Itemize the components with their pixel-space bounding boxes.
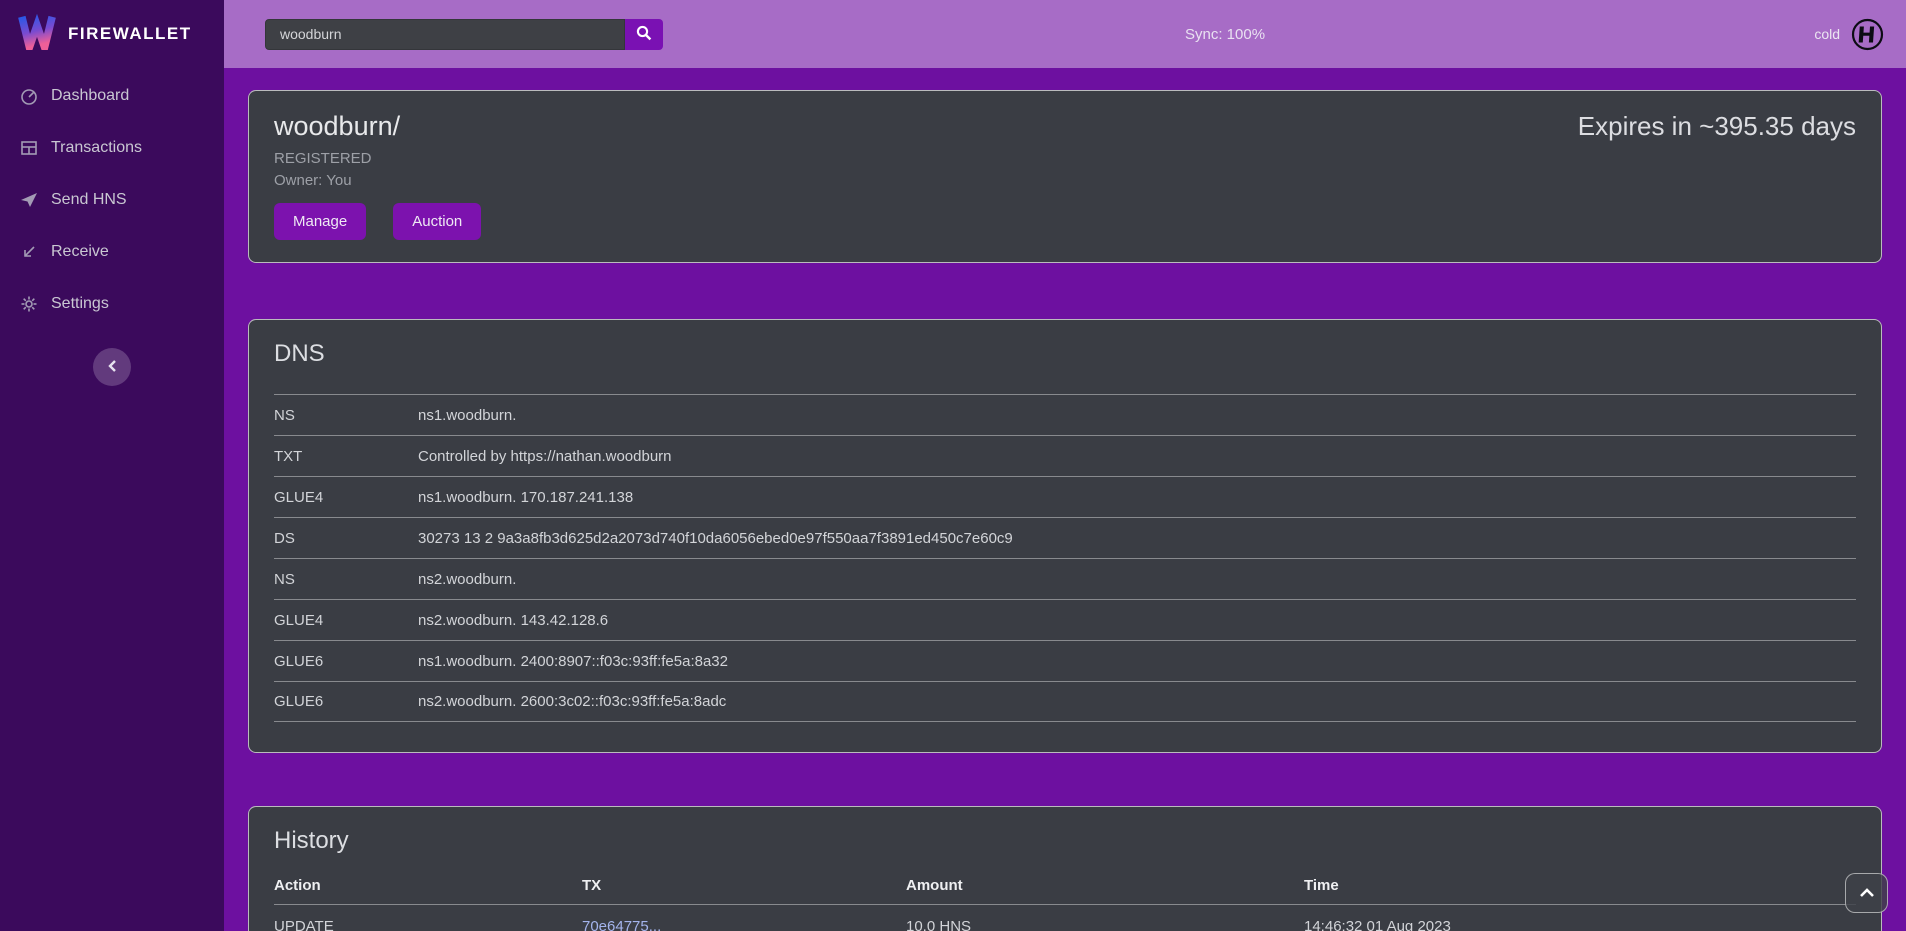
dns-record-value: ns2.woodburn. 143.42.128.6 [418,612,1856,629]
receive-arrow-icon [20,243,38,261]
sidebar-item-dashboard[interactable]: Dashboard [0,70,224,122]
sidebar-item-transactions[interactable]: Transactions [0,122,224,174]
search-button[interactable] [625,19,663,50]
sidebar: FIREWALLET Dashboard Transactions Send H… [0,0,224,931]
dns-record-value: ns2.woodburn. [418,571,1856,588]
history-title: History [274,827,1856,855]
settings-gear-icon [20,295,38,313]
tx-link[interactable]: 70e64775... [582,918,661,931]
main-content: woodburn/ Expires in ~395.35 days REGIST… [224,68,1906,931]
dns-record-value: ns2.woodburn. 2600:3c02::f03c:93ff:fe5a:… [418,693,1856,710]
chevron-up-icon [1859,886,1875,901]
sidebar-item-settings[interactable]: Settings [0,278,224,330]
dns-record-value: 30273 13 2 9a3a8fb3d625d2a2073d740f10da6… [418,530,1856,547]
dashboard-gauge-icon [20,87,38,105]
dns-record-type: DS [274,530,418,547]
history-col-time: Time [1304,877,1856,894]
history-amount: 10.0 HNS [906,918,1304,931]
firewallet-w-logo-icon [18,14,56,55]
domain-card: woodburn/ Expires in ~395.35 days REGIST… [248,90,1882,263]
sidebar-item-label: Dashboard [51,87,129,105]
history-col-action: Action [274,877,582,894]
sidebar-item-label: Send HNS [51,191,127,209]
transactions-table-icon [20,139,38,157]
history-col-tx: TX [582,877,906,894]
dns-card: DNS NS ns1.woodburn. TXT Controlled by h… [248,319,1882,753]
dns-record-row: GLUE6 ns1.woodburn. 2400:8907::f03c:93ff… [274,640,1856,681]
search-icon [636,25,652,44]
history-action: UPDATE [274,918,582,931]
manage-button[interactable]: Manage [274,203,366,240]
chevron-left-icon [107,359,117,376]
dns-record-row: GLUE4 ns2.woodburn. 143.42.128.6 [274,599,1856,640]
sidebar-item-label: Settings [51,295,109,313]
history-time: 14:46:32 01 Aug 2023 [1304,918,1856,931]
sidebar-item-send-hns[interactable]: Send HNS [0,174,224,226]
dns-record-value: Controlled by https://nathan.woodburn [418,448,1856,465]
search-bar [265,19,663,50]
brand-name: FIREWALLET [68,24,192,44]
brand: FIREWALLET [0,0,224,68]
sidebar-item-receive[interactable]: Receive [0,226,224,278]
dns-record-row: NS ns1.woodburn. [274,394,1856,435]
dns-title: DNS [274,340,1856,368]
sync-status: Sync: 100% [1185,26,1265,43]
dns-table: NS ns1.woodburn. TXT Controlled by https… [274,394,1856,722]
domain-title: woodburn/ [274,111,400,142]
handshake-icon: H [1851,18,1884,51]
dns-record-row: GLUE4 ns1.woodburn. 170.187.241.138 [274,476,1856,517]
scroll-to-top-button[interactable] [1845,873,1888,913]
dns-record-type: GLUE6 [274,693,418,710]
dns-record-type: GLUE4 [274,489,418,506]
dns-record-type: NS [274,571,418,588]
search-input[interactable] [265,19,625,50]
top-header: Sync: 100% cold H [224,0,1906,68]
domain-owner: Owner: You [274,172,1856,189]
sidebar-nav: Dashboard Transactions Send HNS Receive [0,68,224,330]
dns-record-value: ns1.woodburn. 2400:8907::f03c:93ff:fe5a:… [418,653,1856,670]
dns-record-type: GLUE4 [274,612,418,629]
sidebar-item-label: Transactions [51,139,142,157]
history-card: History Action TX Amount Time UPDATE 70e… [248,806,1882,931]
history-col-amount: Amount [906,877,1304,894]
dns-record-row: DS 30273 13 2 9a3a8fb3d625d2a2073d740f10… [274,517,1856,558]
dns-record-row: NS ns2.woodburn. [274,558,1856,599]
dns-record-value: ns1.woodburn. [418,407,1856,424]
dns-record-value: ns1.woodburn. 170.187.241.138 [418,489,1856,506]
sidebar-collapse-button[interactable] [93,348,131,386]
dns-record-row: TXT Controlled by https://nathan.woodbur… [274,435,1856,476]
dns-record-row: GLUE6 ns2.woodburn. 2600:3c02::f03c:93ff… [274,681,1856,722]
domain-status: REGISTERED [274,150,1856,167]
history-row: UPDATE 70e64775... 10.0 HNS 14:46:32 01 … [274,904,1856,931]
domain-expiry: Expires in ~395.35 days [1578,111,1856,142]
svg-text:H: H [1856,23,1876,48]
dns-record-type: NS [274,407,418,424]
dns-record-type: GLUE6 [274,653,418,670]
dns-record-type: TXT [274,448,418,465]
auction-button[interactable]: Auction [393,203,481,240]
wallet-area[interactable]: cold H [1814,18,1884,51]
sidebar-item-label: Receive [51,243,109,261]
wallet-name: cold [1814,26,1840,42]
send-paper-plane-icon [20,191,38,209]
history-header-row: Action TX Amount Time [274,867,1856,904]
